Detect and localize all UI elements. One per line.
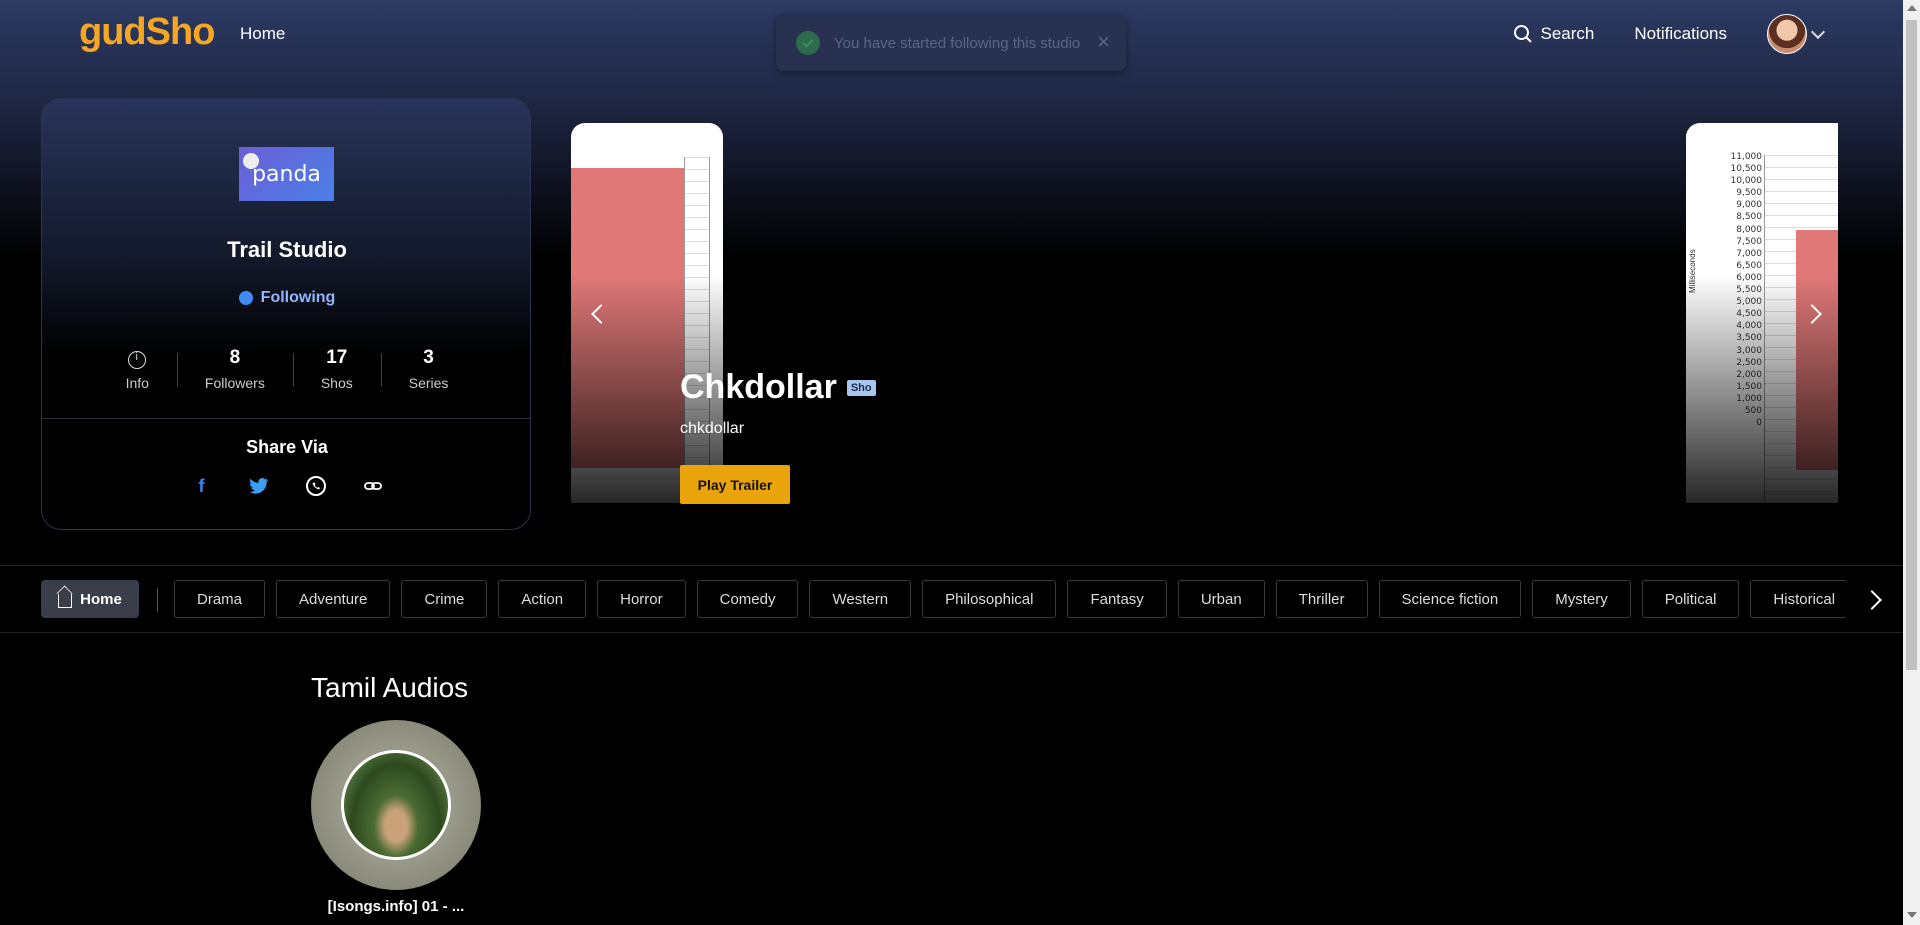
facebook-icon[interactable]: f [191, 475, 213, 497]
genre-chip[interactable]: Adventure [276, 580, 391, 618]
notifications-link[interactable]: Notifications [1634, 24, 1727, 44]
hero-subtitle: chkdollar [680, 420, 745, 437]
studio-card: panda Trail Studio Following Info 8 Foll… [41, 98, 531, 530]
share-icons: f [42, 475, 530, 497]
genre-chip[interactable]: Comedy [696, 580, 799, 618]
y-tick-label: 7,500 [1736, 236, 1762, 247]
audio-title: [Isongs.info] 01 - ... [327, 898, 465, 915]
share-title: Share Via [246, 437, 328, 457]
genre-chip[interactable]: Crime [401, 580, 488, 618]
toast-message: You have started following this studio [834, 34, 1081, 52]
twitter-icon[interactable] [248, 475, 270, 497]
search-button[interactable]: Search [1513, 24, 1595, 44]
studio-logo: panda [239, 147, 334, 201]
shos-count: 17 [326, 347, 348, 368]
genre-chip[interactable]: Fantasy [1067, 580, 1167, 618]
play-trailer-button[interactable]: Play Trailer [680, 465, 790, 504]
search-icon [1513, 25, 1532, 43]
audio-thumbnail [341, 750, 451, 860]
home-icon [58, 594, 73, 608]
genre-bar: Home Drama Adventure Crime Action Horror Come… [0, 565, 1903, 633]
info-icon [128, 351, 147, 369]
header-actions: Search Notifications [1513, 14, 1826, 54]
scroll-up-icon[interactable] [1907, 5, 1917, 11]
whatsapp-icon[interactable] [305, 475, 327, 497]
hero-title: Chkdollar [680, 368, 837, 406]
following-label: Following [260, 289, 336, 306]
y-tick-label: 10,500 [1730, 164, 1763, 175]
followers-count: 8 [229, 347, 241, 368]
scrollbar-thumb[interactable] [1906, 20, 1917, 670]
y-tick-label: 11,000 [1730, 152, 1763, 162]
genre-list: Drama Adventure Crime Action Horror Comedy Wes… [174, 580, 1846, 618]
genre-chip[interactable]: Action [498, 580, 587, 618]
stat-info-label: Info [125, 375, 149, 391]
genre-chip[interactable]: Historical [1750, 580, 1846, 618]
y-tick-label: 8,500 [1736, 212, 1762, 223]
series-label: Series [408, 375, 449, 391]
audio-disc [311, 720, 481, 890]
logo-emblem [243, 153, 259, 169]
y-tick-label: 8,000 [1736, 224, 1762, 235]
y-tick-label: 10,000 [1730, 176, 1763, 187]
close-icon[interactable]: × [1097, 31, 1110, 53]
genre-chip[interactable]: Philosophical [922, 580, 1057, 618]
y-tick-label: 7,000 [1736, 248, 1762, 259]
series-count: 3 [423, 347, 434, 368]
y-tick-label: 6,500 [1736, 260, 1762, 271]
genre-chip[interactable]: Horror [597, 580, 686, 618]
search-label: Search [1540, 24, 1595, 43]
sho-badge: Sho [846, 379, 876, 396]
genre-chip[interactable]: Political [1641, 580, 1740, 618]
genre-home-button[interactable]: Home [41, 580, 139, 618]
verified-badge-icon [238, 291, 253, 305]
chevron-right-icon[interactable] [1862, 590, 1882, 610]
nav-home-link[interactable]: Home [240, 24, 285, 44]
stat-info[interactable]: Info [98, 347, 177, 391]
chevron-down-icon [1810, 24, 1826, 39]
genre-separator [157, 588, 158, 612]
section-title: Tamil Audios [311, 672, 469, 703]
follow-toast: You have started following this studio × [776, 15, 1126, 71]
stat-shos[interactable]: 17 Shos [292, 347, 381, 391]
gudsho-logo[interactable]: gudSho [79, 11, 215, 54]
stat-series[interactable]: 3 Series [380, 347, 477, 391]
check-circle-icon [796, 31, 820, 55]
genre-chip[interactable]: Science fiction [1378, 580, 1522, 618]
genre-chip[interactable]: Drama [174, 580, 266, 618]
genre-chip[interactable]: Western [809, 580, 912, 618]
stat-followers[interactable]: 8 Followers [176, 347, 293, 391]
genre-chip[interactable]: Mystery [1532, 580, 1631, 618]
card-divider [42, 418, 530, 419]
avatar [1767, 14, 1807, 54]
hero-title-row: Chkdollar Sho [680, 368, 876, 407]
studio-name: Trail Studio [227, 237, 347, 262]
genre-chip[interactable]: Urban [1177, 580, 1265, 618]
following-button[interactable]: Following [42, 289, 530, 307]
shos-label: Shos [320, 375, 353, 391]
profile-menu[interactable] [1767, 14, 1826, 54]
genre-chip[interactable]: Thriller [1275, 580, 1368, 618]
genre-home-label: Home [80, 590, 122, 608]
followers-label: Followers [204, 375, 265, 391]
y-tick-label: 9,000 [1736, 200, 1762, 211]
y-tick-label: 9,500 [1736, 188, 1762, 199]
scroll-down-icon[interactable] [1907, 912, 1917, 918]
studio-logo-text: panda [252, 161, 321, 187]
studio-stats: Info 8 Followers 17 Shos 3 Series [42, 347, 530, 391]
audio-card[interactable]: [Isongs.info] 01 - ... [311, 720, 481, 915]
link-icon[interactable] [362, 475, 384, 497]
